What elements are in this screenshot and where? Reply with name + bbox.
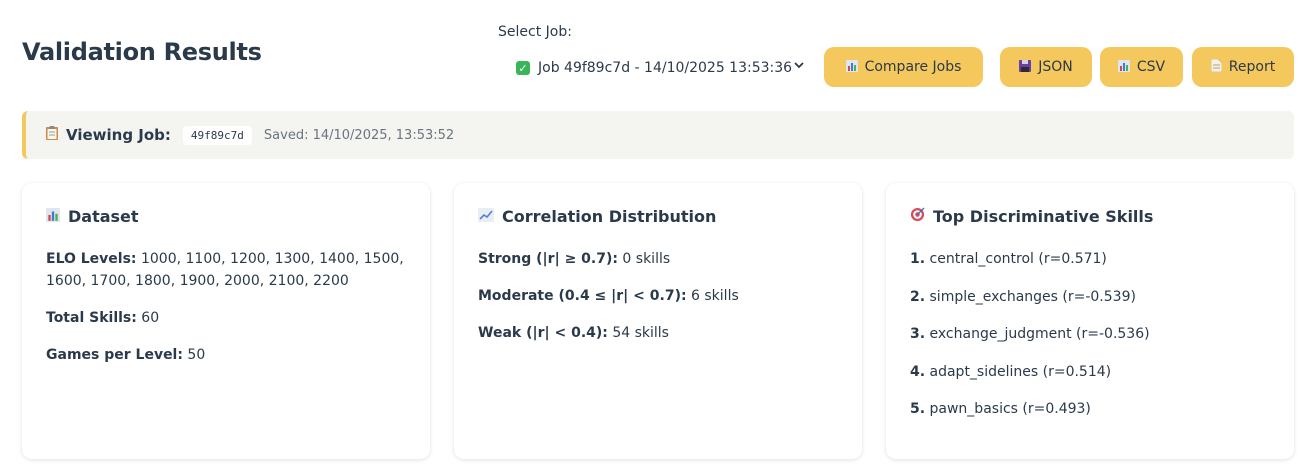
compare-jobs-button[interactable]: Compare Jobs [824, 47, 983, 87]
job-select[interactable]: ✓ Job 49f89c7d - 14/10/2025 13:53:36 [510, 54, 810, 82]
clipboard-icon [46, 126, 58, 144]
list-item: 3. exchange_judgment (r=-0.536) [910, 323, 1270, 345]
list-item: 5. pawn_basics (r=0.493) [910, 398, 1270, 420]
select-job-label: Select Job: [498, 24, 572, 40]
skill-rank: 5. [910, 401, 926, 417]
moderate-label: Moderate (0.4 ≤ |r| < 0.7): [478, 288, 687, 304]
target-icon [910, 207, 925, 226]
total-skills-value: 60 [141, 310, 160, 326]
weak-label: Weak (|r| < 0.4): [478, 325, 608, 341]
skill-text: pawn_basics (r=0.493) [929, 401, 1091, 417]
correlation-card: Correlation Distribution Strong (|r| ≥ 0… [454, 183, 862, 459]
job-id-chip: 49f89c7d [182, 125, 252, 145]
csv-label: CSV [1136, 59, 1166, 75]
saved-timestamp: Saved: 14/10/2025, 13:53:52 [263, 127, 455, 143]
skill-text: central_control (r=0.571) [929, 251, 1107, 267]
skill-rank: 3. [910, 326, 926, 342]
viewing-job-banner: Viewing Job: 49f89c7d Saved: 14/10/2025,… [22, 111, 1294, 159]
json-export-button[interactable]: JSON [1000, 47, 1092, 87]
games-per-level-label: Games per Level: [46, 347, 183, 363]
bar-chart-icon [845, 59, 858, 75]
top-skills-heading: Top Discriminative Skills [910, 207, 1270, 226]
list-item: 2. simple_exchanges (r=-0.539) [910, 286, 1270, 308]
dataset-heading: Dataset [46, 207, 406, 226]
elo-levels-row: ELO Levels: 1000, 1100, 1200, 1300, 1400… [46, 248, 406, 292]
chevron-down-icon [794, 59, 804, 73]
bar-chart-icon [46, 207, 60, 226]
skill-text: simple_exchanges (r=-0.539) [929, 288, 1136, 305]
top-skills-title: Top Discriminative Skills [933, 207, 1154, 226]
floppy-disk-icon [1019, 59, 1032, 75]
skill-rank: 1. [910, 251, 926, 267]
csv-export-button[interactable]: CSV [1100, 47, 1183, 87]
games-per-level-row: Games per Level: 50 [46, 344, 406, 366]
moderate-row: Moderate (0.4 ≤ |r| < 0.7): 6 skills [478, 285, 838, 307]
page-title: Validation Results [22, 38, 262, 66]
dataset-card: Dataset ELO Levels: 1000, 1100, 1200, 13… [22, 183, 430, 459]
skill-rank: 2. [910, 288, 926, 305]
strong-label: Strong (|r| ≥ 0.7): [478, 251, 618, 267]
weak-value: 54 skills [612, 325, 669, 341]
skill-text: exchange_judgment (r=-0.536) [929, 326, 1150, 342]
list-item: 1. central_control (r=0.571) [910, 248, 1270, 270]
moderate-value: 6 skills [691, 288, 739, 304]
list-item: 4. adapt_sidelines (r=0.514) [910, 361, 1270, 383]
report-label: Report [1228, 59, 1276, 75]
correlation-title: Correlation Distribution [502, 207, 717, 226]
top-skills-card: Top Discriminative Skills 1. central_con… [886, 183, 1294, 459]
checkmark-icon: ✓ [516, 61, 530, 75]
skill-text: adapt_sidelines (r=0.514) [929, 363, 1112, 380]
correlation-heading: Correlation Distribution [478, 207, 838, 226]
selected-job-text: Job 49f89c7d - 14/10/2025 13:53:36 [538, 60, 793, 76]
json-label: JSON [1038, 59, 1073, 75]
total-skills-row: Total Skills: 60 [46, 307, 406, 329]
document-icon [1210, 58, 1223, 75]
strong-row: Strong (|r| ≥ 0.7): 0 skills [478, 248, 838, 270]
compare-jobs-label: Compare Jobs [864, 59, 962, 75]
bar-chart-icon [1117, 59, 1130, 75]
games-per-level-value: 50 [187, 347, 206, 363]
elo-levels-label: ELO Levels: [46, 251, 137, 267]
dataset-title: Dataset [68, 207, 139, 226]
report-button[interactable]: Report [1192, 47, 1294, 87]
viewing-job-label: Viewing Job: [66, 126, 171, 144]
weak-row: Weak (|r| < 0.4): 54 skills [478, 322, 838, 344]
skill-rank: 4. [910, 363, 926, 380]
strong-value: 0 skills [622, 251, 671, 267]
total-skills-label: Total Skills: [46, 310, 137, 326]
trend-chart-icon [478, 207, 494, 226]
